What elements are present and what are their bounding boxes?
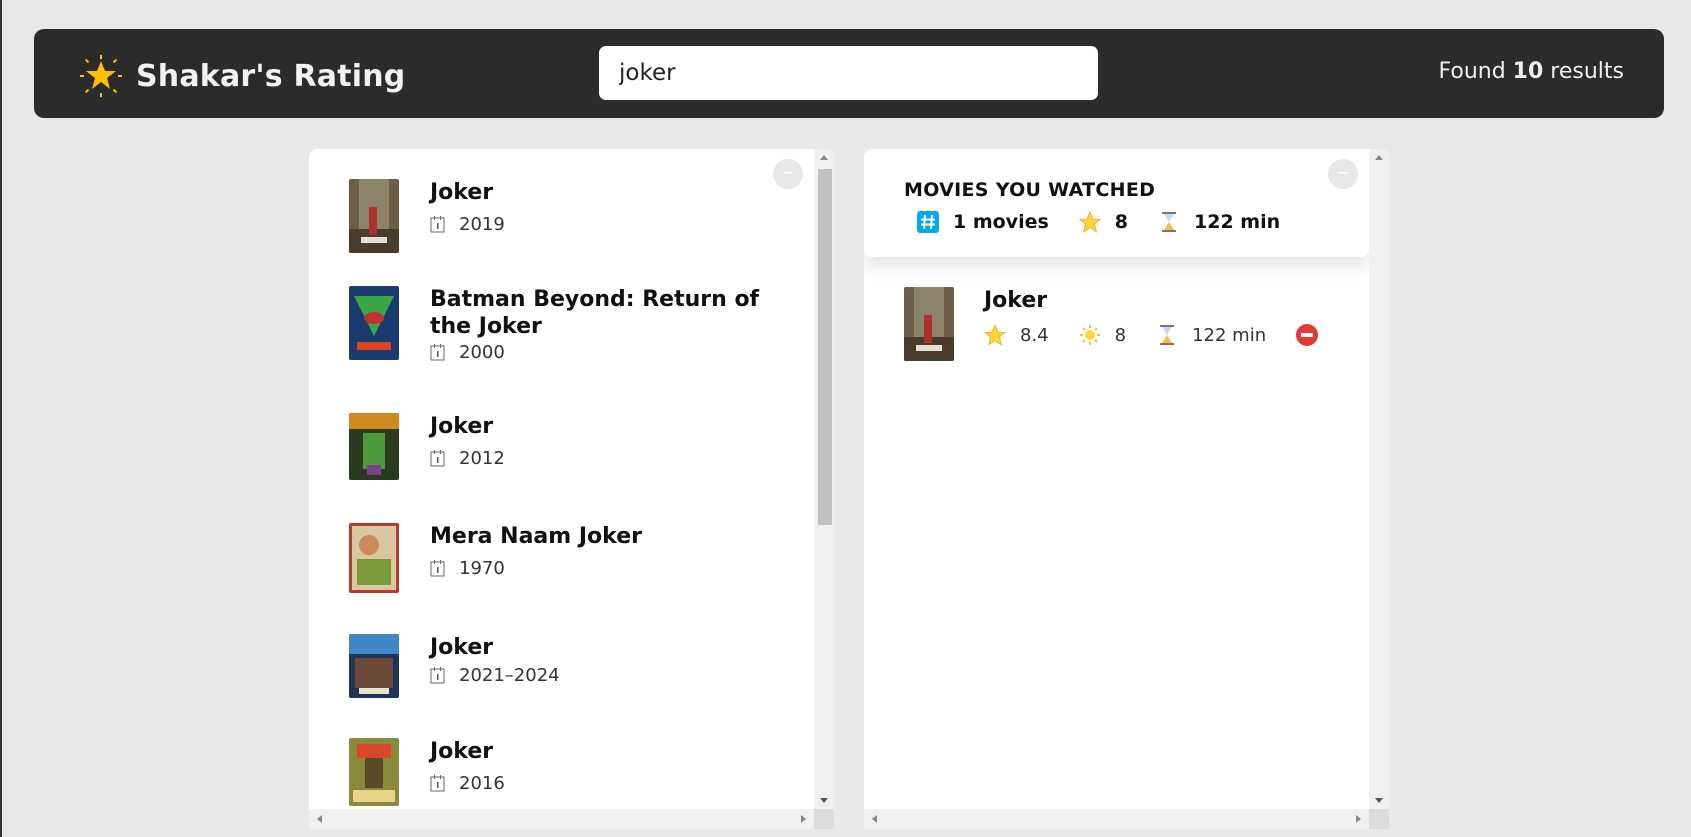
- movie-title: Joker: [430, 414, 494, 439]
- logo: Shakar's Rating: [80, 55, 405, 97]
- glowing-star-icon: [80, 55, 122, 97]
- remove-button[interactable]: [1296, 324, 1319, 346]
- movie-poster: [349, 634, 399, 698]
- sun-icon: [1079, 325, 1100, 345]
- scroll-right-icon[interactable]: [801, 815, 806, 823]
- list-item[interactable]: Joker 2019: [349, 179, 770, 253]
- scrollbar-corner: [814, 809, 834, 829]
- search-results-box: – Joker 2019 Batman Beyond: Return of th…: [309, 149, 834, 829]
- summary-title: MOVIES YOU WATCHED: [904, 179, 1156, 201]
- movie-year: 2000: [459, 342, 505, 363]
- movie-year: 2016: [459, 773, 505, 794]
- imdb-rating: 8.4: [1020, 324, 1049, 346]
- movie-title: Mera Naam Joker: [430, 524, 642, 549]
- calendar-icon: [430, 667, 445, 684]
- star-icon: [984, 324, 1006, 346]
- scroll-down-icon[interactable]: [820, 798, 828, 803]
- horizontal-scrollbar[interactable]: [864, 809, 1369, 829]
- watched-title: Joker: [984, 288, 1048, 313]
- calendar-icon: [430, 560, 445, 577]
- results-suffix: results: [1550, 59, 1624, 84]
- user-rating: 8: [1114, 324, 1127, 346]
- navbar: Shakar's Rating Found 10 results: [34, 29, 1664, 118]
- movie-poster: [349, 179, 399, 253]
- list-item[interactable]: Joker 2012: [349, 413, 770, 480]
- collapse-results-button[interactable]: –: [773, 159, 803, 189]
- movie-year: 2012: [459, 448, 505, 469]
- hash-icon: [917, 211, 939, 233]
- movie-year: 2021–2024: [459, 665, 560, 686]
- vertical-scrollbar[interactable]: [814, 149, 834, 809]
- scroll-right-icon[interactable]: [1356, 815, 1361, 823]
- results-count: Found 10 results: [1438, 59, 1624, 84]
- movie-poster: [904, 287, 954, 361]
- watched-item[interactable]: Joker 8.4 8 122 min: [904, 287, 1319, 361]
- scroll-left-icon[interactable]: [872, 815, 877, 823]
- calendar-icon: [430, 775, 445, 792]
- hourglass-icon: [1160, 325, 1175, 345]
- list-item[interactable]: Batman Beyond: Return of the Joker 2000: [349, 286, 770, 363]
- movie-poster: [349, 738, 399, 806]
- movie-year: 2019: [459, 214, 505, 235]
- vertical-scrollbar[interactable]: [1369, 149, 1389, 809]
- search-input[interactable]: [599, 46, 1098, 100]
- watched-summary: MOVIES YOU WATCHED 1 movies 8 122 min: [864, 149, 1369, 257]
- calendar-icon: [430, 450, 445, 467]
- watched-count: 1 movies: [953, 211, 1049, 233]
- scrollbar-thumb[interactable]: [818, 169, 832, 525]
- calendar-icon: [430, 344, 445, 361]
- movie-title: Joker: [430, 180, 494, 205]
- movie-title: Joker: [430, 739, 494, 764]
- movie-title: Batman Beyond: Return of the Joker: [430, 287, 760, 339]
- results-number: 10: [1512, 59, 1544, 84]
- scroll-left-icon[interactable]: [317, 815, 322, 823]
- scroll-up-icon[interactable]: [820, 155, 828, 160]
- movie-poster: [349, 523, 399, 593]
- hourglass-icon: [1162, 212, 1177, 232]
- scroll-down-icon[interactable]: [1375, 798, 1383, 803]
- app-title: Shakar's Rating: [136, 58, 406, 94]
- movie-poster: [349, 286, 399, 360]
- watched-box: MOVIES YOU WATCHED 1 movies 8 122 min – …: [864, 149, 1389, 829]
- total-runtime: 122 min: [1194, 211, 1281, 233]
- calendar-icon: [430, 216, 445, 233]
- scroll-up-icon[interactable]: [1375, 155, 1383, 160]
- horizontal-scrollbar[interactable]: [309, 809, 814, 829]
- list-item[interactable]: Joker 2016: [349, 738, 770, 806]
- star-icon: [1078, 211, 1101, 233]
- movie-poster: [349, 413, 399, 480]
- collapse-watched-button[interactable]: –: [1328, 159, 1358, 189]
- movie-title: Joker: [430, 635, 494, 660]
- results-prefix: Found: [1438, 59, 1506, 84]
- movie-year: 1970: [459, 558, 505, 579]
- runtime: 122 min: [1192, 324, 1267, 346]
- scrollbar-corner: [1369, 809, 1389, 829]
- list-item[interactable]: Mera Naam Joker 1970: [349, 523, 770, 593]
- list-item[interactable]: Joker 2021–2024: [349, 634, 770, 698]
- avg-imdb-rating: 8: [1114, 211, 1129, 233]
